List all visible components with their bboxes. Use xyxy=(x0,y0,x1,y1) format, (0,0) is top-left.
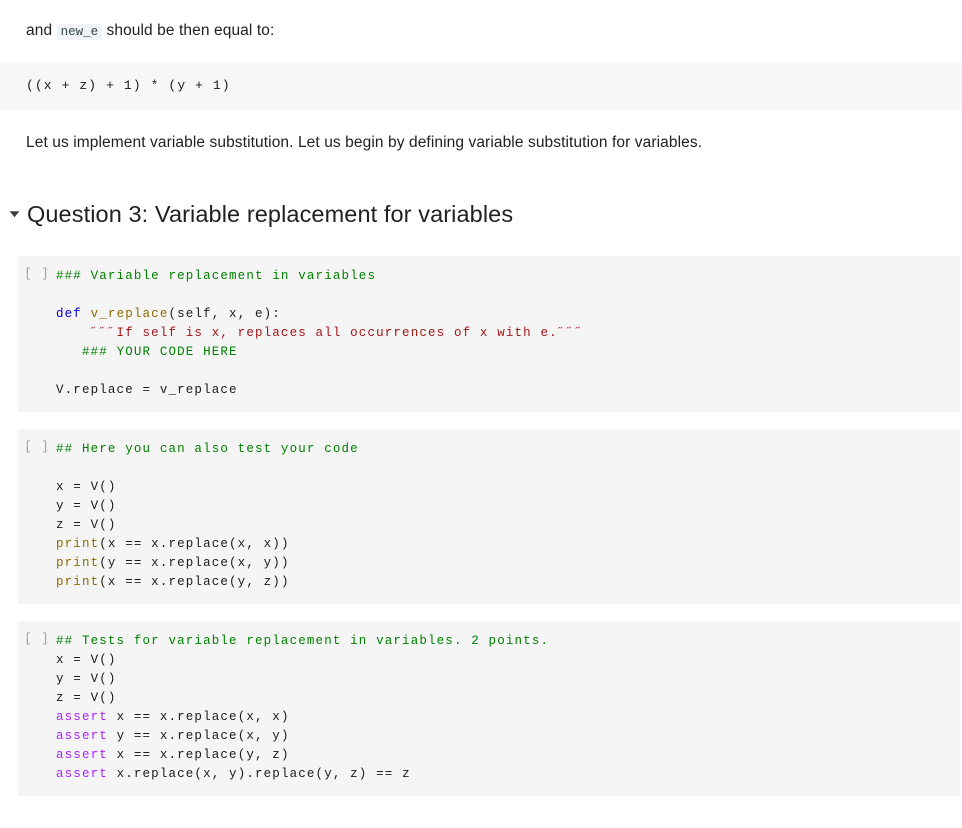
intro-text-before: and xyxy=(26,22,57,39)
code-token: y = V() xyxy=(56,499,117,513)
notebook-page: and new_e should be then equal to: ((x +… xyxy=(0,0,962,828)
run-cell-button[interactable]: [ ] xyxy=(18,256,56,281)
code-line: assert y == x.replace(x, y) xyxy=(56,727,960,746)
code-line: assert x == x.replace(y, z) xyxy=(56,746,960,765)
intro-gap xyxy=(0,43,962,63)
code-token: ## Here you can also test your code xyxy=(56,442,359,456)
code-token: z = V() xyxy=(56,518,117,532)
code-editor[interactable]: ## Here you can also test your code x = … xyxy=(56,429,960,604)
code-cell[interactable]: [ ] ### Variable replacement in variables… xyxy=(18,256,960,412)
code-token: assert xyxy=(56,729,108,743)
intro-text-after: should be then equal to: xyxy=(102,22,275,39)
code-line: def v_replace(self, x, e): xyxy=(56,305,960,324)
page-title: Question 3: Variable replacement for var… xyxy=(27,201,514,227)
code-token: print xyxy=(56,575,100,589)
code-token: x = V() xyxy=(56,653,117,667)
code-token: assert xyxy=(56,748,108,762)
code-token: ## Tests for variable replacement in var… xyxy=(56,634,550,648)
codeblock-gap xyxy=(0,110,962,132)
section-heading: Question 3: Variable replacement for var… xyxy=(0,194,962,234)
code-cell[interactable]: [ ] ## Here you can also test your code x… xyxy=(18,429,960,604)
code-token: x.replace(x, y).replace(y, z) == z xyxy=(107,767,411,781)
heading-gap xyxy=(0,154,962,194)
code-line: z = V() xyxy=(56,516,960,535)
code-token: ### YOUR CODE HERE xyxy=(81,345,238,359)
code-line: ### Variable replacement in variables xyxy=(56,267,960,286)
code-token: (y == x.replace(x, y)) xyxy=(99,556,290,570)
code-token: v_replace xyxy=(90,307,169,321)
code-token: print xyxy=(56,556,100,570)
code-token: (self, x, e): xyxy=(168,307,281,321)
code-line: assert x == x.replace(x, x) xyxy=(56,708,960,727)
code-line: y = V() xyxy=(56,670,960,689)
chevron-down-icon[interactable] xyxy=(4,204,24,224)
expression-code-block: ((x + z) + 1) * (y + 1) xyxy=(0,63,962,110)
code-line: ## Here you can also test your code xyxy=(56,440,960,459)
code-line: print(x == x.replace(y, z)) xyxy=(56,573,960,592)
code-token: y = V() xyxy=(56,672,117,686)
code-cell[interactable]: [ ] ## Tests for variable replacement in … xyxy=(18,621,960,796)
code-line: ˝˝˝If self is x, replaces all occurrence… xyxy=(56,324,960,343)
code-cell-list: [ ] ### Variable replacement in variables… xyxy=(0,256,962,796)
code-line: assert x.replace(x, y).replace(y, z) == … xyxy=(56,765,960,784)
code-line: print(x == x.replace(x, x)) xyxy=(56,535,960,554)
code-token: y == x.replace(x, y) xyxy=(107,729,290,743)
code-token: x == x.replace(y, z) xyxy=(107,748,290,762)
intro-paragraph: and new_e should be then equal to: xyxy=(0,20,962,43)
code-token: assert xyxy=(56,710,108,724)
run-cell-button[interactable]: [ ] xyxy=(18,429,56,454)
code-line: ## Tests for variable replacement in var… xyxy=(56,632,960,651)
top-spacer xyxy=(0,0,962,20)
code-token: x == x.replace(x, x) xyxy=(107,710,290,724)
inline-code-new-e: new_e xyxy=(56,24,103,40)
code-editor[interactable]: ## Tests for variable replacement in var… xyxy=(56,621,960,796)
code-token: x = V() xyxy=(56,480,117,494)
code-token: (x == x.replace(x, x)) xyxy=(99,537,290,551)
pre-cells-gap xyxy=(0,234,962,256)
code-token: ### Variable replacement in variables xyxy=(56,269,377,283)
code-token: ˝˝˝If self is x, replaces all occurrence… xyxy=(56,326,584,340)
run-cell-button[interactable]: [ ] xyxy=(18,621,56,646)
code-line: x = V() xyxy=(56,651,960,670)
code-token: print xyxy=(56,537,100,551)
code-line: V.replace = v_replace xyxy=(56,381,960,400)
code-line: print(y == x.replace(x, y)) xyxy=(56,554,960,573)
cell-gap xyxy=(0,604,962,621)
cell-gap xyxy=(0,412,962,429)
code-line: z = V() xyxy=(56,689,960,708)
code-editor[interactable]: ### Variable replacement in variables de… xyxy=(56,256,960,412)
code-token: def xyxy=(56,307,91,321)
code-token: (x == x.replace(y, z)) xyxy=(99,575,290,589)
code-token: V.replace = v_replace xyxy=(56,383,238,397)
code-line: x = V() xyxy=(56,478,960,497)
code-token: assert xyxy=(56,767,108,781)
code-line: y = V() xyxy=(56,497,960,516)
code-line: ### YOUR CODE HERE xyxy=(56,343,960,362)
code-token: z = V() xyxy=(56,691,117,705)
instruction-paragraph: Let us implement variable substitution. … xyxy=(26,134,703,151)
